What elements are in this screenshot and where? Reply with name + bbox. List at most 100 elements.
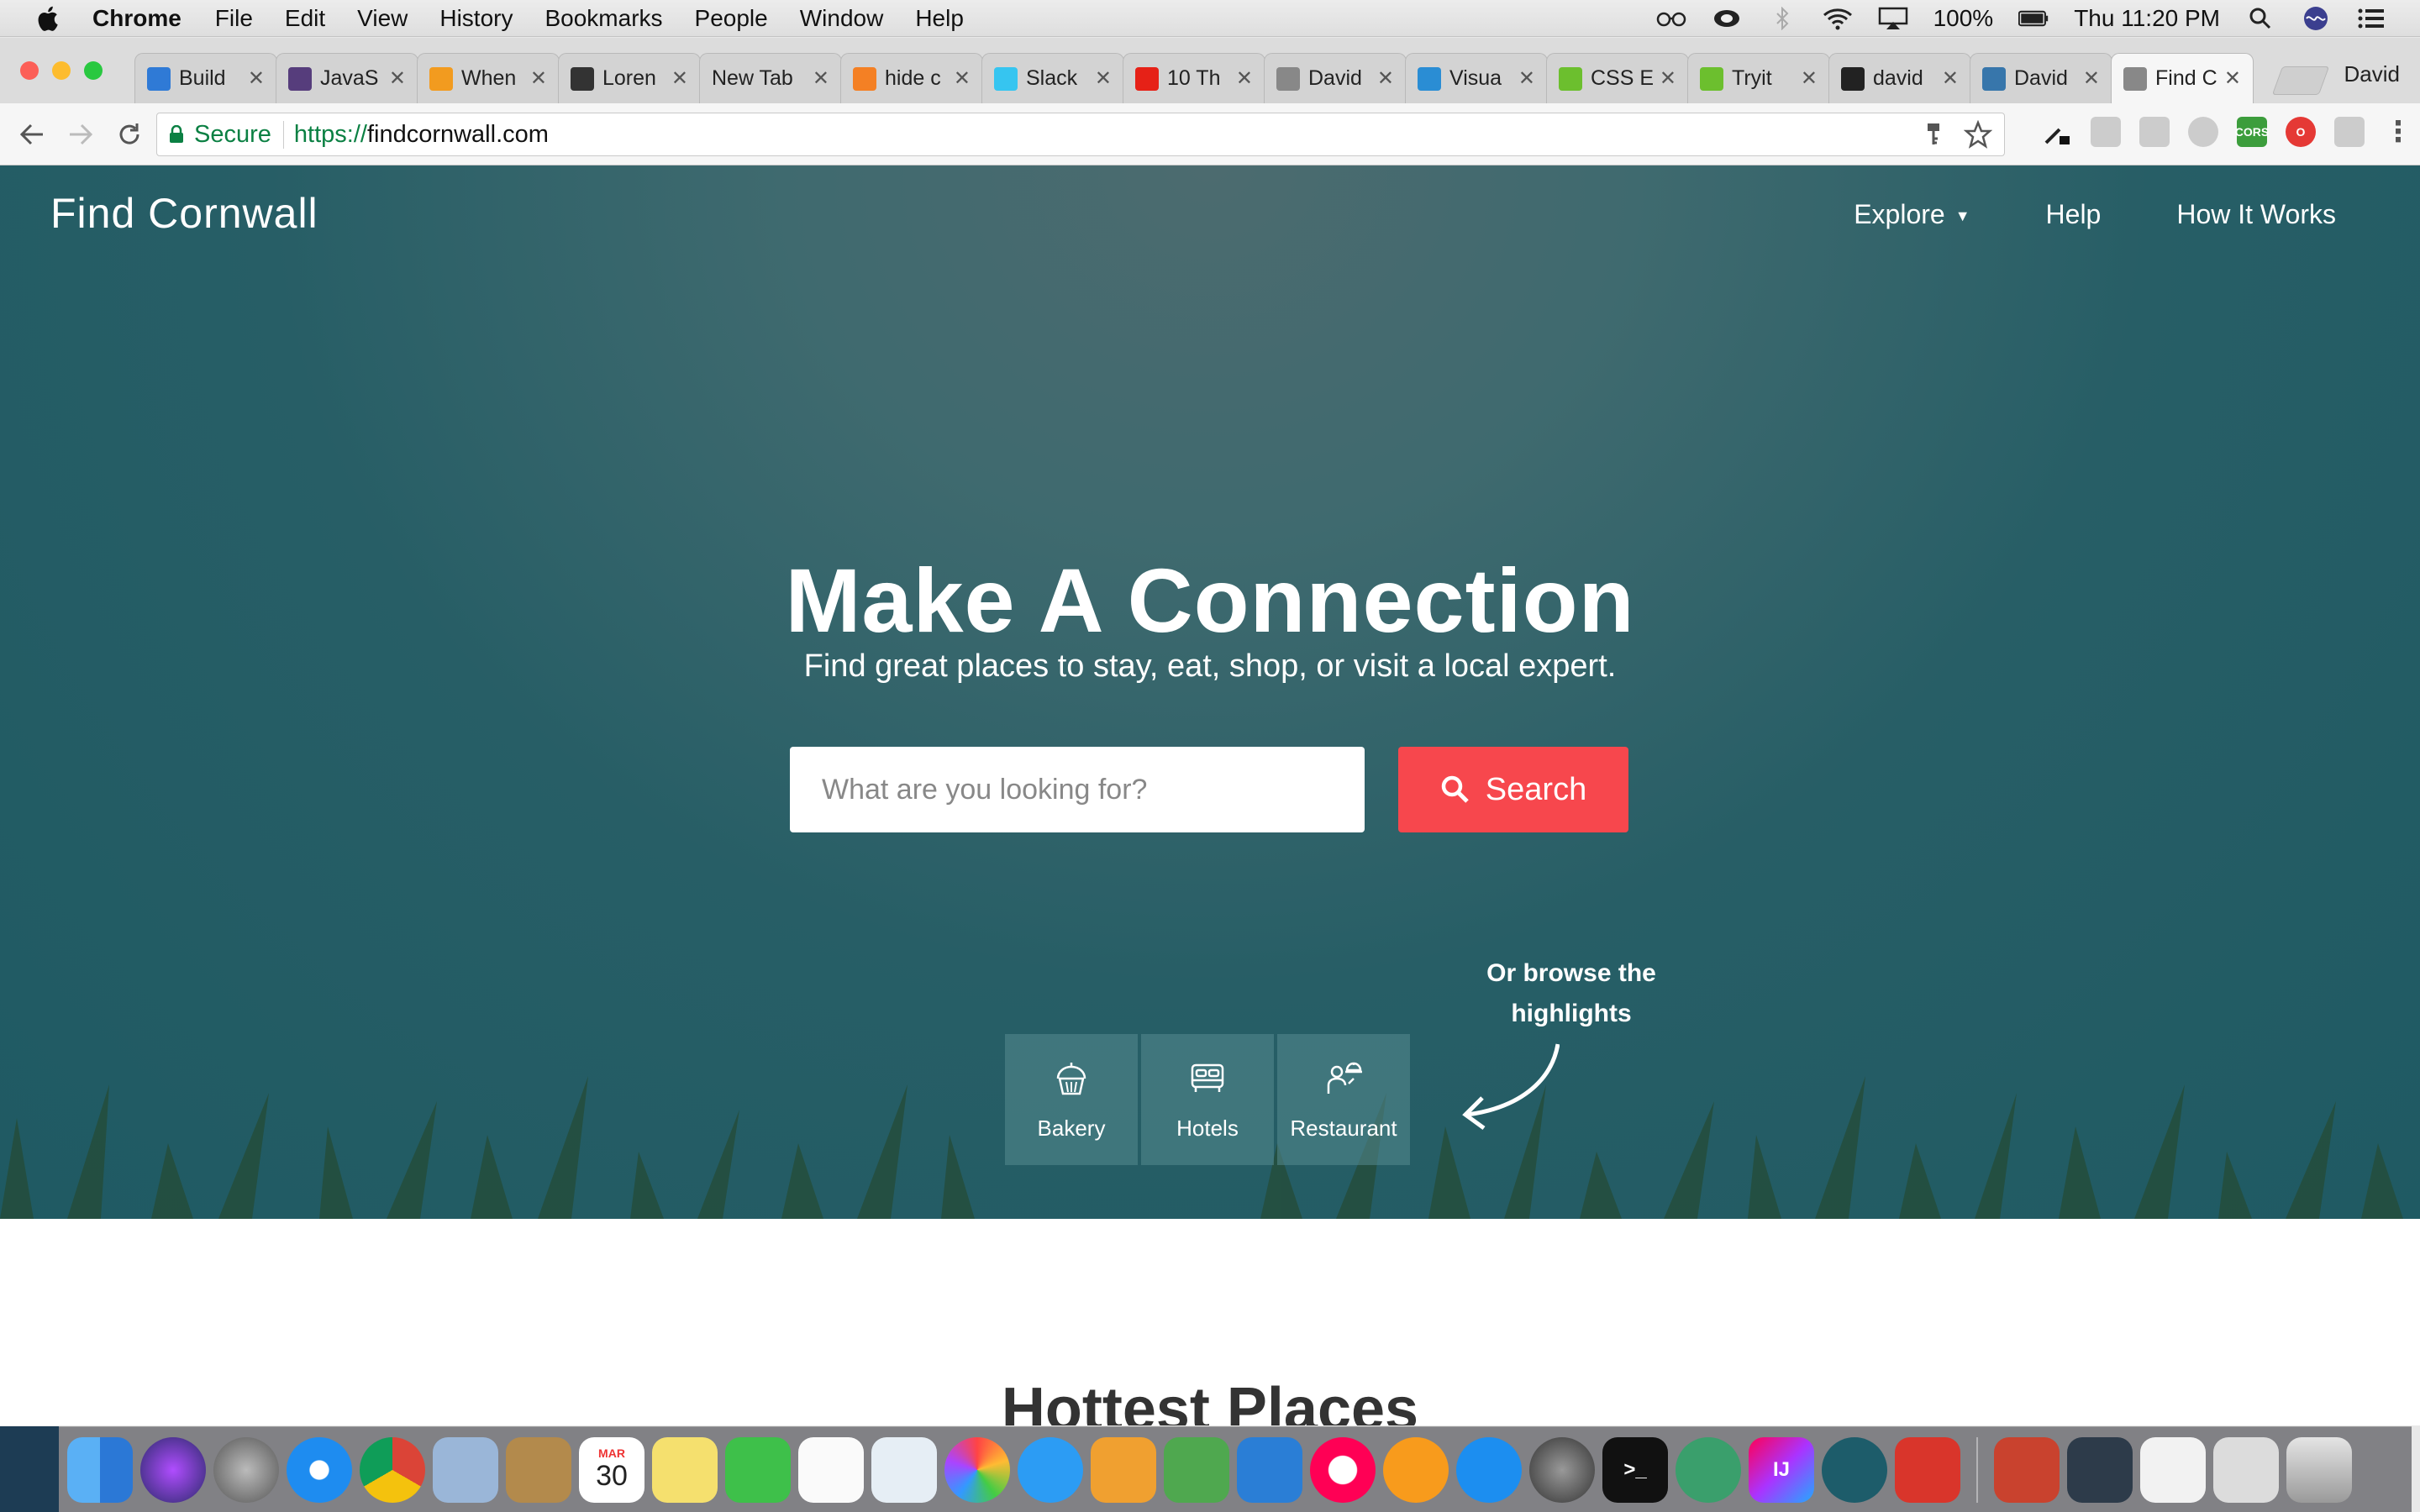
- browser-tab[interactable]: New Tab ✕: [699, 53, 842, 103]
- nav-explore[interactable]: Explore ▼: [1854, 199, 1970, 230]
- menu-people[interactable]: People: [695, 5, 768, 32]
- tab-close-icon[interactable]: ✕: [954, 66, 971, 91]
- tab-close-icon[interactable]: ✕: [813, 66, 829, 91]
- dock-stack-documents-icon[interactable]: [2140, 1436, 2206, 1503]
- notes-icon[interactable]: [652, 1436, 718, 1503]
- launchpad-icon[interactable]: [213, 1436, 279, 1503]
- dock-stack-screenshot-icon[interactable]: [2067, 1436, 2133, 1503]
- reload-icon[interactable]: [113, 118, 146, 151]
- browser-tab[interactable]: Slack ✕: [981, 53, 1124, 103]
- tab-close-icon[interactable]: ✕: [1377, 66, 1394, 91]
- creative-cloud-icon[interactable]: [1712, 7, 1742, 30]
- address-bar[interactable]: Secure https:// findcornwall.com: [156, 113, 2005, 156]
- forward-arrow-icon[interactable]: [64, 118, 97, 151]
- browser-tab[interactable]: Build ✕: [134, 53, 277, 103]
- site-logo[interactable]: Find Cornwall: [50, 189, 318, 238]
- browser-tab[interactable]: Find C ✕: [2111, 53, 2254, 103]
- back-arrow-icon[interactable]: [15, 118, 49, 151]
- browser-tab[interactable]: Tryit ✕: [1687, 53, 1830, 103]
- menu-view[interactable]: View: [357, 5, 408, 32]
- tab-close-icon[interactable]: ✕: [1518, 66, 1535, 91]
- tab-close-icon[interactable]: ✕: [1942, 66, 1959, 91]
- reader-glasses-icon[interactable]: [1656, 7, 1686, 30]
- category-bakery[interactable]: Bakery: [1005, 1034, 1138, 1165]
- close-window-button[interactable]: [20, 61, 39, 80]
- browser-tab[interactable]: Loren ✕: [558, 53, 701, 103]
- tab-close-icon[interactable]: ✕: [1801, 66, 1818, 91]
- category-restaurant[interactable]: Restaurant: [1277, 1034, 1410, 1165]
- browser-tab[interactable]: David ✕: [1970, 53, 2112, 103]
- mail-icon[interactable]: [433, 1436, 498, 1503]
- dock-stack-downloads-icon[interactable]: [2213, 1436, 2279, 1503]
- finder-icon[interactable]: [67, 1436, 133, 1503]
- wifi-icon[interactable]: [1823, 7, 1853, 30]
- browser-tab[interactable]: JavaS ✕: [276, 53, 418, 103]
- browser-tab[interactable]: Visua ✕: [1405, 53, 1548, 103]
- tab-close-icon[interactable]: ✕: [2224, 66, 2241, 91]
- tab-close-icon[interactable]: ✕: [1095, 66, 1112, 91]
- notification-center-icon[interactable]: [2356, 7, 2386, 30]
- bluetooth-icon[interactable]: [1767, 6, 1797, 30]
- battery-icon[interactable]: [2018, 7, 2049, 30]
- trash-icon[interactable]: [2286, 1436, 2352, 1503]
- siri-dock-icon[interactable]: [140, 1436, 206, 1503]
- dock-stack-brave-icon[interactable]: [1994, 1436, 2060, 1503]
- search-button[interactable]: Search: [1398, 747, 1628, 832]
- browser-tab[interactable]: hide c ✕: [840, 53, 983, 103]
- eyedropper-extension-icon[interactable]: [2042, 117, 2072, 147]
- messages-icon[interactable]: [1018, 1436, 1083, 1503]
- gitkraken-icon[interactable]: [1822, 1436, 1887, 1503]
- extension-gray-4-icon[interactable]: [2334, 117, 2365, 147]
- category-hotels[interactable]: Hotels: [1141, 1034, 1274, 1165]
- tab-close-icon[interactable]: ✕: [2083, 66, 2100, 91]
- reminders-icon[interactable]: [798, 1436, 864, 1503]
- menu-app-chrome[interactable]: Chrome: [92, 5, 182, 32]
- preview-icon[interactable]: [871, 1436, 937, 1503]
- menu-edit[interactable]: Edit: [285, 5, 325, 32]
- menu-bookmarks[interactable]: Bookmarks: [544, 5, 662, 32]
- menu-window[interactable]: Window: [800, 5, 884, 32]
- chrome-icon[interactable]: [360, 1436, 425, 1503]
- siri-icon[interactable]: [2301, 6, 2331, 30]
- terminal-icon[interactable]: >_: [1602, 1436, 1668, 1503]
- browser-tab[interactable]: David ✕: [1264, 53, 1407, 103]
- extension-gray-1-icon[interactable]: [2091, 117, 2121, 147]
- tab-close-icon[interactable]: ✕: [1660, 66, 1676, 91]
- app-store-icon[interactable]: [1456, 1436, 1522, 1503]
- atom-icon[interactable]: [1676, 1436, 1741, 1503]
- search-input[interactable]: [790, 747, 1365, 832]
- tab-close-icon[interactable]: ✕: [1236, 66, 1253, 91]
- keynote-icon[interactable]: [1237, 1436, 1302, 1503]
- calendar-icon[interactable]: MAR 30: [579, 1436, 644, 1503]
- tab-close-icon[interactable]: ✕: [530, 66, 547, 91]
- pages-icon[interactable]: [1091, 1436, 1156, 1503]
- opera-extension-icon[interactable]: O: [2286, 117, 2316, 147]
- intellij-icon[interactable]: IJ: [1749, 1436, 1814, 1503]
- menu-help[interactable]: Help: [915, 5, 964, 32]
- facetime-icon[interactable]: [725, 1436, 791, 1503]
- nav-help[interactable]: Help: [2046, 199, 2102, 230]
- bookmark-star-icon[interactable]: [1963, 119, 1993, 155]
- itunes-icon[interactable]: [1310, 1436, 1376, 1503]
- system-preferences-icon[interactable]: [1529, 1436, 1595, 1503]
- spotlight-search-icon[interactable]: [2245, 7, 2275, 30]
- contacts-icon[interactable]: [506, 1436, 571, 1503]
- brave-icon[interactable]: [1895, 1436, 1960, 1503]
- profile-button[interactable]: David: [2344, 61, 2400, 87]
- tab-close-icon[interactable]: ✕: [248, 66, 265, 91]
- new-tab-button[interactable]: [2271, 66, 2330, 95]
- safari-icon[interactable]: [287, 1436, 352, 1503]
- airplay-icon[interactable]: [1878, 7, 1908, 30]
- extension-gray-3-icon[interactable]: [2188, 117, 2218, 147]
- extension-gray-2-icon[interactable]: [2139, 117, 2170, 147]
- ibooks-icon[interactable]: [1383, 1436, 1449, 1503]
- numbers-icon[interactable]: [1164, 1436, 1229, 1503]
- password-key-icon[interactable]: [1925, 120, 1942, 155]
- minimize-window-button[interactable]: [52, 61, 71, 80]
- browser-tab[interactable]: CSS E ✕: [1546, 53, 1689, 103]
- photos-icon[interactable]: [944, 1436, 1010, 1503]
- cors-extension-icon[interactable]: CORS: [2235, 117, 2269, 147]
- menu-history[interactable]: History: [439, 5, 513, 32]
- chrome-menu-icon[interactable]: ⋮: [2383, 116, 2413, 148]
- tab-close-icon[interactable]: ✕: [671, 66, 688, 91]
